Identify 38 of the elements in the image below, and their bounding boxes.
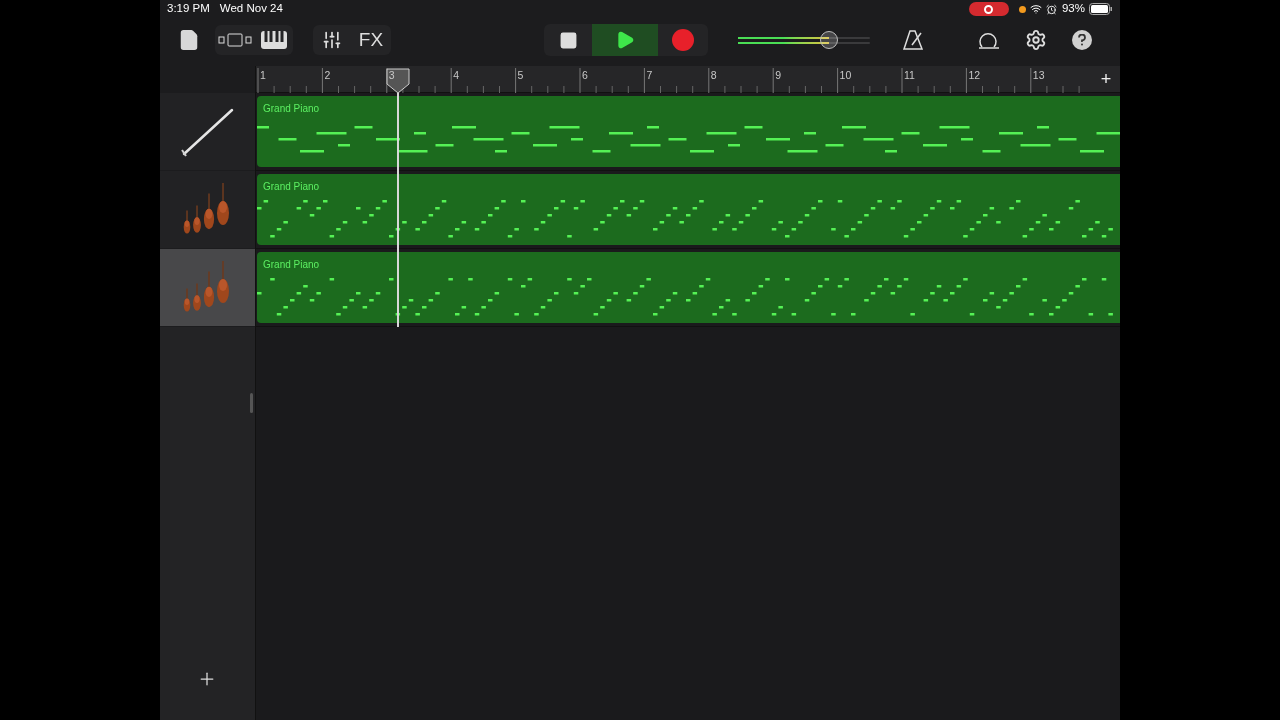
midi-region[interactable]: Grand Piano bbox=[257, 252, 1120, 323]
track-header[interactable] bbox=[160, 93, 255, 170]
status-date: Wed Nov 24 bbox=[219, 1, 283, 17]
sliders-icon bbox=[322, 30, 342, 50]
bar-number: 10 bbox=[839, 68, 852, 83]
track-header[interactable] bbox=[160, 249, 255, 326]
play-icon bbox=[615, 30, 635, 50]
bar-number: 1 bbox=[260, 68, 266, 83]
timeline-ruler[interactable]: 1 2 3 4 5 6 7 8 9 10 11 12 13 + bbox=[256, 66, 1120, 93]
resize-handle[interactable] bbox=[250, 393, 253, 413]
bar-number: 13 bbox=[1032, 68, 1045, 83]
bar-number: 2 bbox=[324, 68, 331, 83]
wifi-icon bbox=[1029, 3, 1042, 15]
battery-icon bbox=[1089, 3, 1113, 15]
region-name: Grand Piano bbox=[263, 102, 320, 116]
battery-percent: 93% bbox=[1061, 1, 1085, 17]
bar-number: 6 bbox=[582, 68, 588, 83]
midi-region[interactable]: Grand Piano bbox=[257, 174, 1120, 245]
bar-number: 9 bbox=[775, 68, 782, 83]
question-mark-icon bbox=[1078, 34, 1086, 46]
master-volume-slider[interactable] bbox=[738, 29, 870, 51]
status-time: 3:19 PM bbox=[167, 1, 210, 17]
bar-number: 12 bbox=[968, 68, 981, 83]
bar-number: 11 bbox=[904, 68, 915, 83]
play-button[interactable] bbox=[592, 24, 658, 56]
midi-region[interactable]: Grand Piano bbox=[257, 96, 1120, 167]
bar-number: 4 bbox=[453, 68, 460, 83]
track-header[interactable] bbox=[160, 171, 255, 248]
region-name: Grand Piano bbox=[263, 258, 320, 272]
help-button[interactable] bbox=[1072, 30, 1092, 50]
bar-number: 8 bbox=[710, 68, 717, 83]
region-name: Grand Piano bbox=[263, 180, 320, 194]
alarm-icon bbox=[1045, 3, 1057, 15]
stop-icon bbox=[558, 30, 578, 50]
bar-number: 5 bbox=[517, 68, 524, 83]
bar-number: 7 bbox=[646, 68, 653, 83]
bar-number: 3 bbox=[388, 68, 395, 83]
playhead-marker[interactable] bbox=[386, 68, 410, 93]
